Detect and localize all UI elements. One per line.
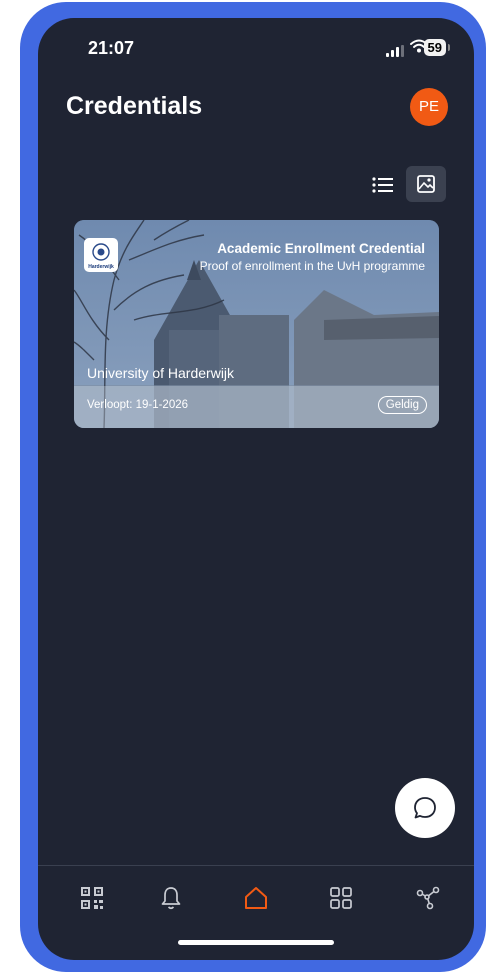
home-indicator bbox=[178, 940, 334, 945]
bottom-navigation bbox=[38, 865, 474, 960]
home-icon bbox=[245, 887, 267, 909]
nav-item-apps[interactable] bbox=[323, 880, 359, 916]
nav-item-home[interactable] bbox=[238, 880, 274, 916]
image-gallery-icon bbox=[417, 175, 435, 193]
qr-code-icon bbox=[81, 887, 103, 909]
credential-footer: Verloopt: 19-1-2026 Geldig bbox=[74, 386, 439, 428]
status-bar: 21:07 59 bbox=[38, 18, 474, 76]
credential-issuer: University of Harderwijk bbox=[87, 365, 235, 381]
issuer-logo: Harderwijk bbox=[84, 238, 118, 272]
nav-item-notifications[interactable] bbox=[153, 880, 189, 916]
credential-subtitle: Proof of enrollment in the UvH programme bbox=[199, 259, 425, 273]
nav-item-qr[interactable] bbox=[74, 880, 110, 916]
nav-item-connections[interactable] bbox=[410, 880, 446, 916]
list-icon bbox=[372, 177, 393, 193]
chat-button[interactable] bbox=[395, 778, 455, 838]
card-view-button[interactable] bbox=[406, 166, 446, 202]
signal-icon bbox=[386, 45, 404, 57]
status-time: 21:07 bbox=[88, 38, 135, 58]
page-title: Credentials bbox=[66, 92, 203, 120]
credential-title: Academic Enrollment Credential bbox=[217, 241, 425, 256]
status-badge: Geldig bbox=[377, 396, 427, 414]
grid-icon bbox=[330, 887, 352, 909]
chat-bubble-icon bbox=[414, 797, 436, 819]
list-view-button[interactable] bbox=[370, 172, 396, 198]
credential-expiry: Verloopt: 19-1-2026 bbox=[87, 399, 189, 411]
bell-icon bbox=[161, 887, 181, 910]
share-icon bbox=[416, 886, 440, 910]
avatar[interactable]: PE bbox=[410, 88, 448, 126]
battery-indicator: 59 bbox=[423, 39, 451, 56]
credential-card[interactable]: Harderwijk Academic Enrollment Credentia… bbox=[74, 220, 439, 428]
app-screen: 21:07 59 Credentials PE Harderwijk Acade… bbox=[38, 18, 474, 960]
